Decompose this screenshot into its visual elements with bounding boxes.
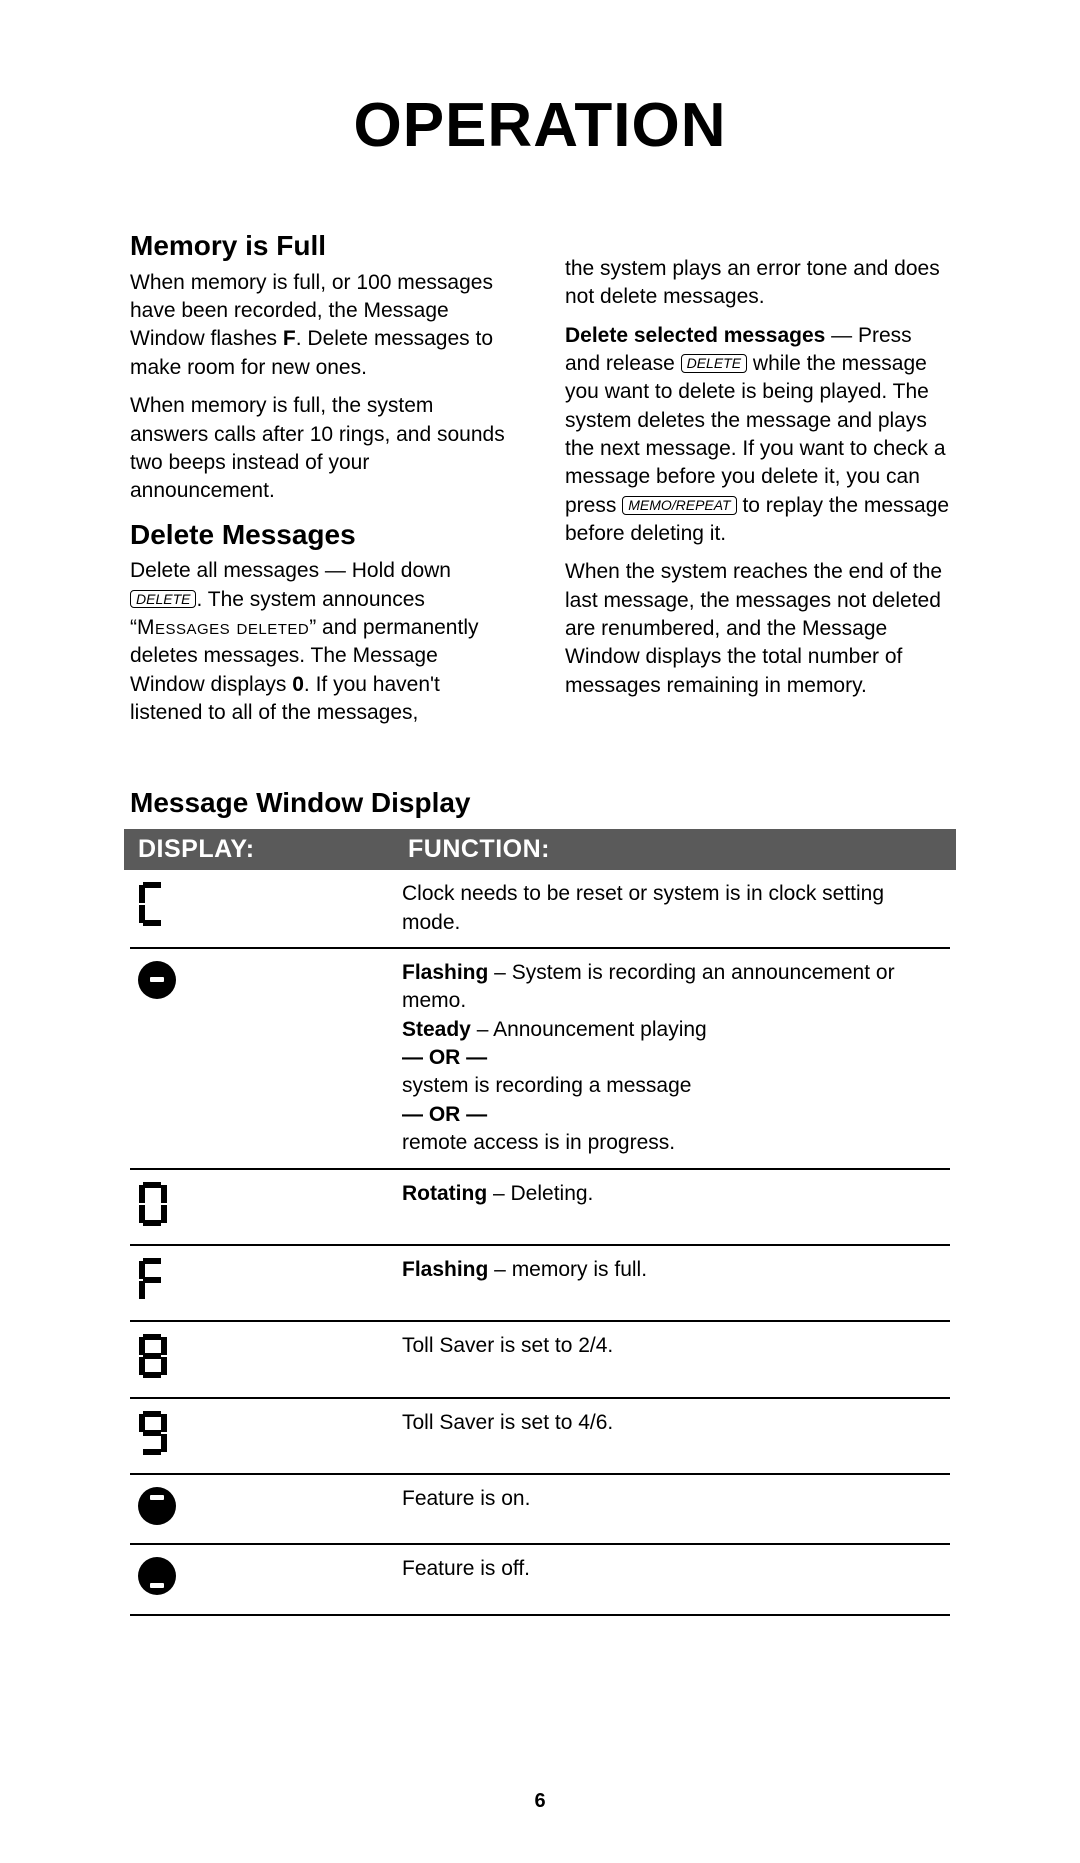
seg-C-icon [138, 882, 168, 926]
function-line: Feature is on. [402, 1485, 942, 1513]
dot-top-icon [138, 1487, 176, 1525]
seg-F-icon [138, 1258, 168, 1302]
paragraph: When memory is full, the system answers … [130, 392, 515, 505]
table-row: Rotating – Deleting. [130, 1170, 950, 1246]
display-cell [138, 959, 402, 1007]
paragraph: the system plays an error tone and does … [565, 255, 950, 312]
seg-0-icon [138, 1182, 168, 1226]
heading-message-window-display: Message Window Display [130, 787, 950, 819]
seg-9-icon [138, 1411, 168, 1455]
text: while the message you want to delete is … [565, 352, 946, 517]
table-header-function: FUNCTION: [408, 835, 942, 864]
page-number: 6 [0, 1790, 1080, 1813]
function-cell: Feature is on. [402, 1485, 942, 1513]
bold-lead: Delete selected messages [565, 324, 825, 347]
heading-delete-messages: Delete Messages [130, 516, 515, 554]
display-cell [138, 880, 402, 934]
column-left: Memory is Full When memory is full, or 1… [130, 221, 515, 737]
function-line: remote access is in progress. [402, 1129, 942, 1157]
dot-mid-icon [138, 961, 176, 999]
delete-key-icon: DELETE [130, 590, 196, 609]
function-line: Toll Saver is set to 2/4. [402, 1332, 942, 1360]
function-line: Rotating – Deleting. [402, 1180, 942, 1208]
smallcaps-text: Messages deleted [137, 616, 309, 639]
table-header: DISPLAY: FUNCTION: [124, 829, 956, 870]
function-cell: Clock needs to be reset or system is in … [402, 880, 942, 937]
display-cell [138, 1332, 402, 1386]
table-row: Feature is off. [130, 1545, 950, 1615]
paragraph: When the system reaches the end of the l… [565, 558, 950, 700]
memo-repeat-key-icon: MEMO/REPEAT [622, 496, 736, 515]
paragraph: Delete selected messages — Press and rel… [565, 322, 950, 549]
heading-memory-full: Memory is Full [130, 227, 515, 265]
text: Delete all messages — Hold down [130, 559, 451, 582]
table-row: Toll Saver is set to 2/4. [130, 1322, 950, 1398]
table-row: Flashing – System is recording an announ… [130, 949, 950, 1169]
function-line: Flashing – System is recording an announ… [402, 959, 942, 1016]
function-line: Flashing – memory is full. [402, 1256, 942, 1284]
bold-letter: F [283, 327, 296, 350]
function-cell: Feature is off. [402, 1555, 942, 1583]
function-line: Clock needs to be reset or system is in … [402, 880, 942, 937]
display-cell [138, 1409, 402, 1463]
display-cell [138, 1180, 402, 1234]
column-right: the system plays an error tone and does … [565, 221, 950, 737]
table-row: Clock needs to be reset or system is in … [130, 870, 950, 949]
bold-zero: 0 [292, 673, 304, 696]
function-cell: Rotating – Deleting. [402, 1180, 942, 1208]
seg-8-icon [138, 1334, 168, 1378]
display-cell [138, 1555, 402, 1603]
text-columns: Memory is Full When memory is full, or 1… [130, 221, 950, 737]
function-line: — OR — [402, 1101, 942, 1129]
function-cell: Flashing – memory is full. [402, 1256, 942, 1284]
table-row: Toll Saver is set to 4/6. [130, 1399, 950, 1475]
table-row: Feature is on. [130, 1475, 950, 1545]
function-line: Toll Saver is set to 4/6. [402, 1409, 942, 1437]
function-cell: Toll Saver is set to 4/6. [402, 1409, 942, 1437]
function-line: Steady – Announcement playing [402, 1016, 942, 1044]
paragraph: When memory is full, or 100 messages hav… [130, 269, 515, 382]
dot-bot-icon [138, 1557, 176, 1595]
function-line: — OR — [402, 1044, 942, 1072]
table-header-display: DISPLAY: [138, 835, 408, 864]
function-line: system is recording a message [402, 1072, 942, 1100]
display-cell [138, 1256, 402, 1310]
table-body: Clock needs to be reset or system is in … [130, 870, 950, 1615]
delete-key-icon: DELETE [681, 354, 747, 373]
function-cell: Flashing – System is recording an announ… [402, 959, 942, 1157]
function-line: Feature is off. [402, 1555, 942, 1583]
display-cell [138, 1485, 402, 1533]
function-cell: Toll Saver is set to 2/4. [402, 1332, 942, 1360]
table-row: Flashing – memory is full. [130, 1246, 950, 1322]
page-title: OPERATION [130, 90, 950, 161]
paragraph: Delete all messages — Hold down DELETE. … [130, 557, 515, 727]
